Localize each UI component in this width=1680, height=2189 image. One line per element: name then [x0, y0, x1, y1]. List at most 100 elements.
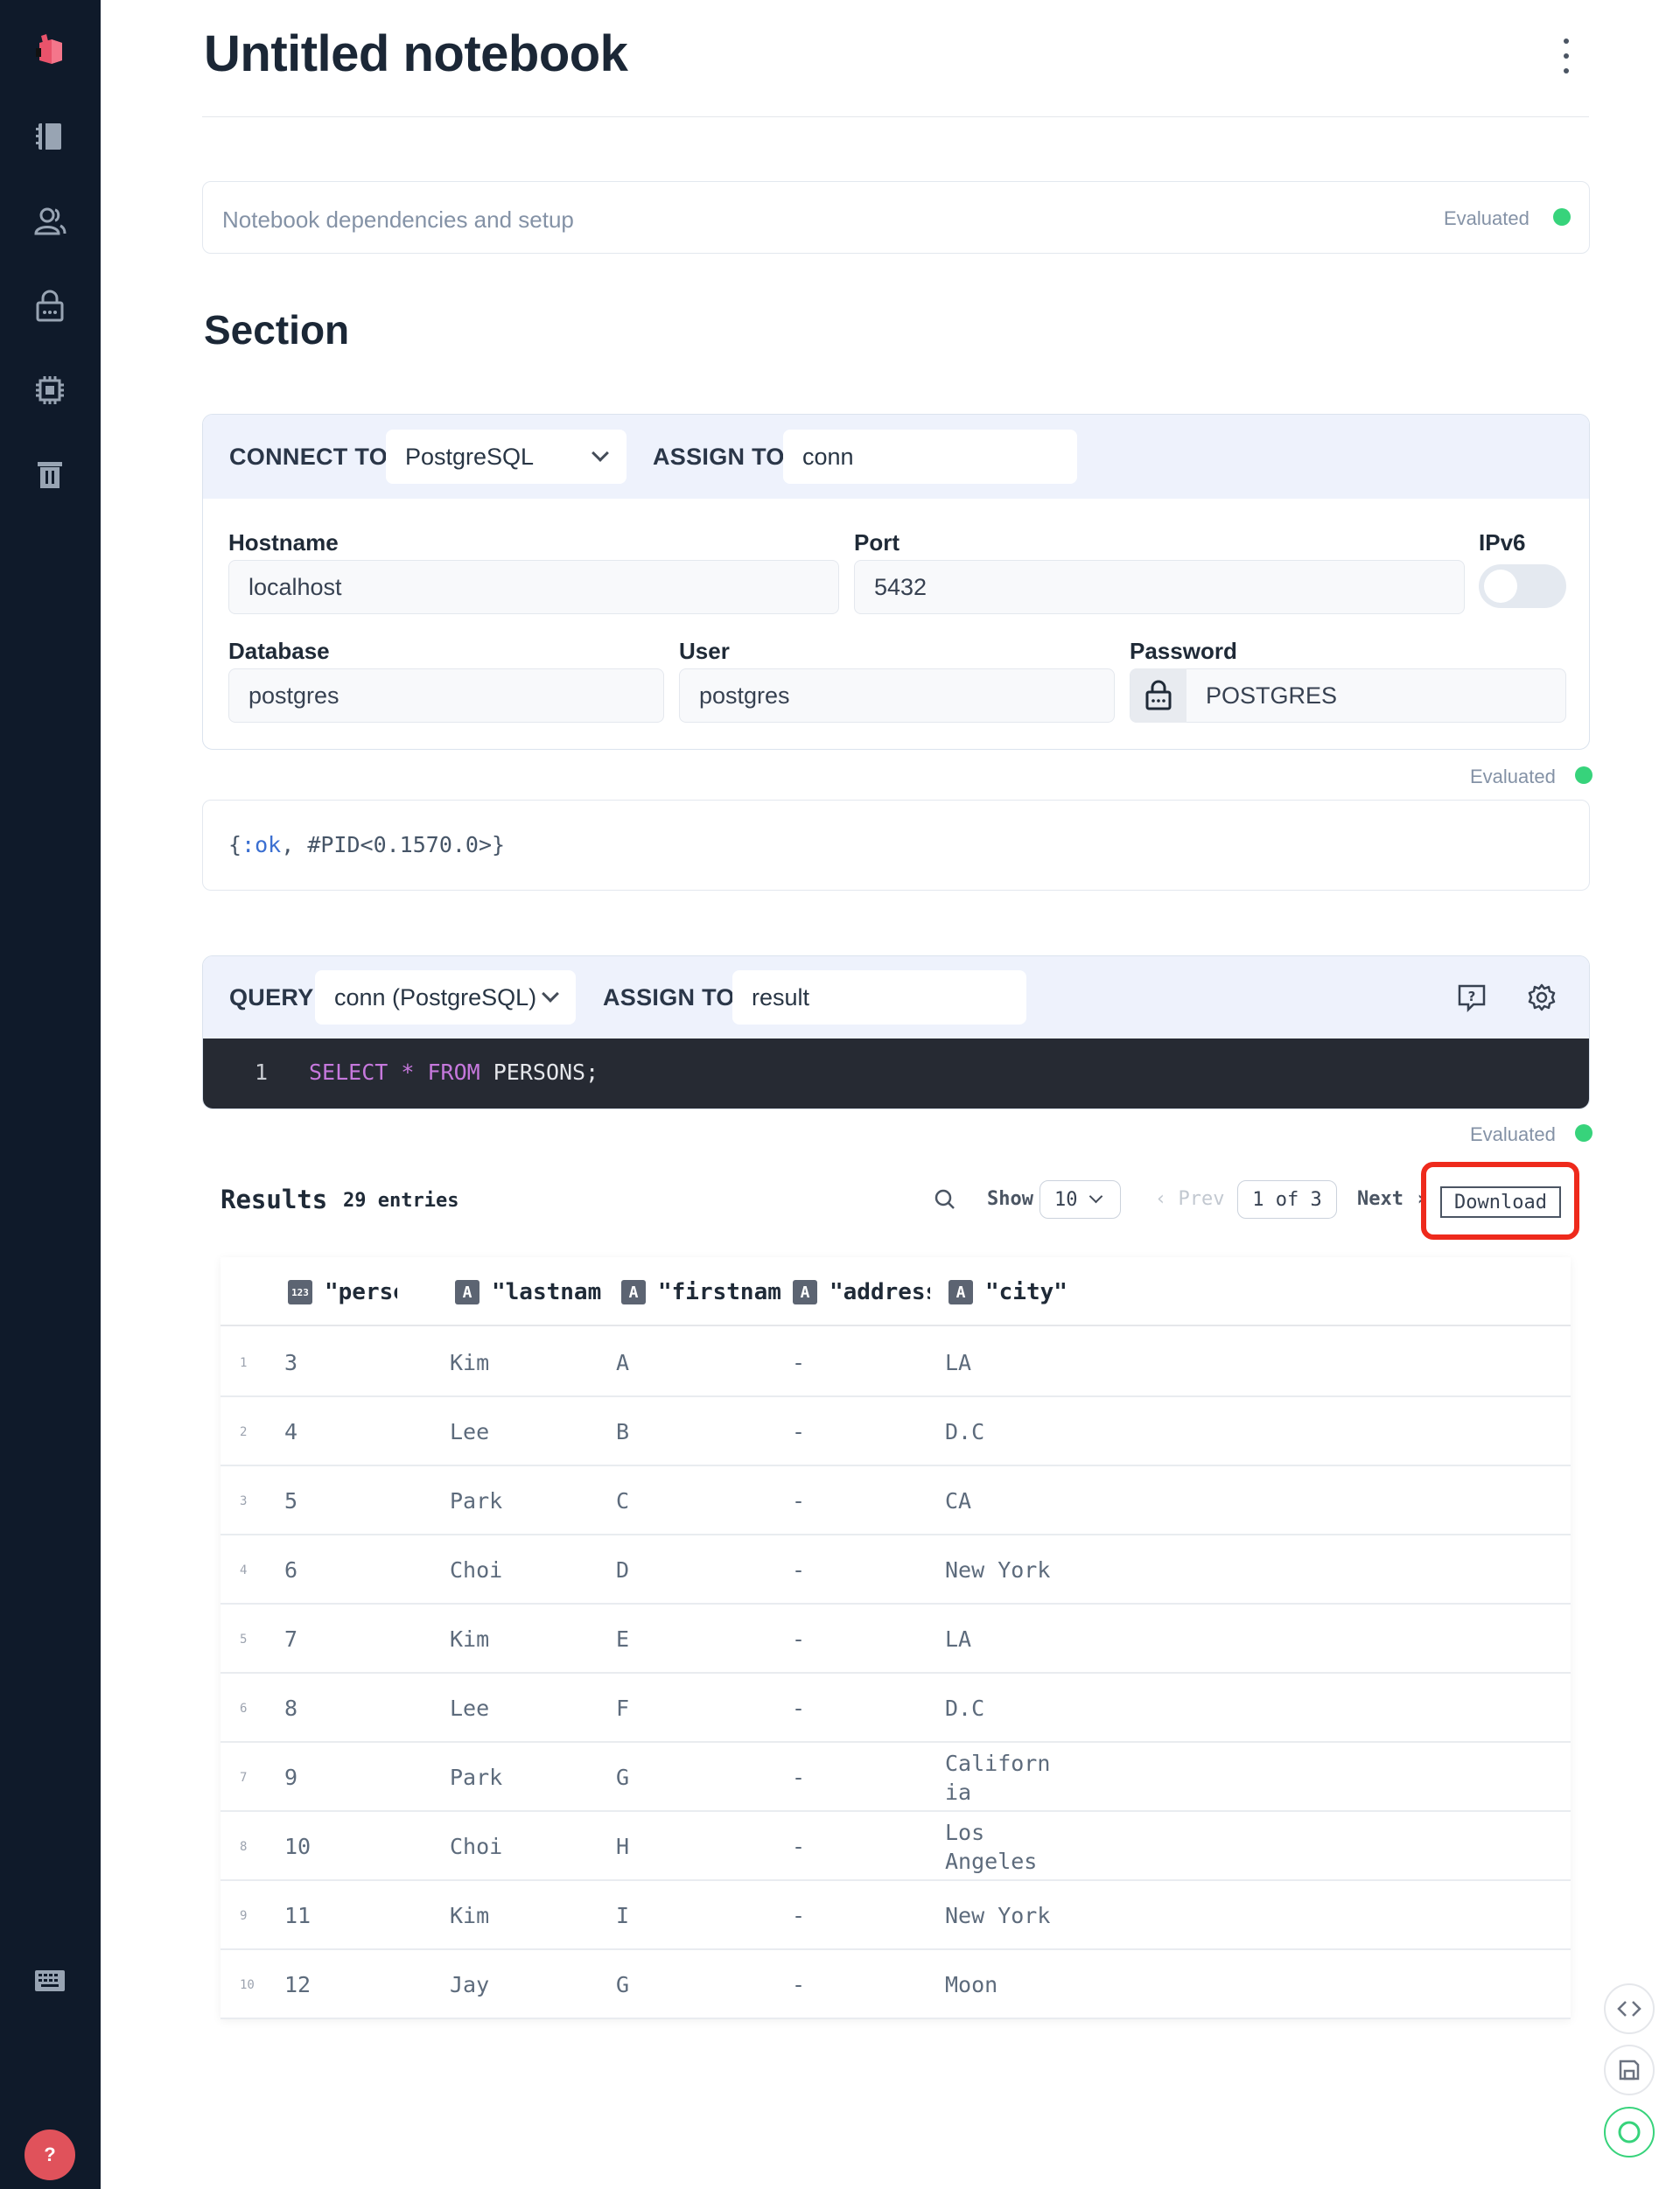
lock-icon[interactable] — [1130, 668, 1186, 723]
table-row[interactable]: 6 8 Lee F - D.C — [220, 1674, 1571, 1743]
status-dot — [1553, 208, 1571, 226]
output-text: {:ok, #PID<0.1570.0>} — [228, 832, 505, 857]
row-number: 4 — [240, 1563, 248, 1577]
results-count: 29 entries — [343, 1190, 459, 1212]
password-label: Password — [1130, 638, 1237, 664]
runtime-status-icon[interactable] — [1604, 2107, 1655, 2158]
table-row[interactable]: 9 11 Kim I - New York — [220, 1881, 1571, 1950]
chevron-down-icon — [542, 985, 559, 1003]
port-input[interactable]: 5432 — [854, 560, 1465, 614]
more-options-icon[interactable] — [1553, 38, 1579, 73]
column-name: "city" — [985, 1279, 1068, 1305]
page-indicator[interactable]: 1 of 3 — [1237, 1180, 1337, 1219]
sql-table: PERSONS; — [480, 1060, 599, 1085]
row-number: 6 — [240, 1701, 248, 1716]
code-zen-icon[interactable] — [1604, 1983, 1655, 2034]
notebook-icon[interactable] — [30, 116, 70, 157]
table-row[interactable]: 7 9 Park G - Californ ia — [220, 1743, 1571, 1812]
table-cell: B — [616, 1419, 630, 1444]
setup-cell[interactable]: Notebook dependencies and setup Evaluate… — [202, 181, 1590, 254]
connection-type-select[interactable]: PostgreSQL — [386, 430, 626, 484]
runtime-chip-icon[interactable] — [30, 370, 70, 410]
notebook-title[interactable]: Untitled notebook — [204, 24, 628, 83]
table-cell: - — [792, 1350, 806, 1375]
column-header[interactable]: A "city" — [948, 1278, 1124, 1306]
query-cell-header: QUERY conn (PostgreSQL) ASSIGN TO result… — [203, 956, 1589, 1039]
table-cell: - — [792, 1488, 806, 1514]
port-label: Port — [854, 529, 900, 556]
row-number: 9 — [240, 1908, 248, 1923]
page-size-select[interactable]: 10 — [1040, 1180, 1121, 1219]
table-cell: Lee — [450, 1419, 490, 1444]
line-number: 1 — [255, 1060, 269, 1085]
table-cell: 11 — [284, 1903, 312, 1928]
table-cell: - — [792, 1557, 806, 1583]
table-cell: 3 — [284, 1350, 298, 1375]
table-row[interactable]: 4 6 Choi D - New York — [220, 1535, 1571, 1605]
connect-cell-header: CONNECT TO PostgreSQL ASSIGN TO conn — [203, 415, 1589, 499]
output-pid: , #PID<0.1570.0>} — [281, 832, 506, 857]
ipv6-toggle[interactable] — [1479, 564, 1566, 608]
cell-output: {:ok, #PID<0.1570.0>} — [202, 800, 1590, 891]
table-row[interactable]: 10 12 Jay G - Moon — [220, 1950, 1571, 2019]
assign-to-input[interactable]: conn — [783, 430, 1077, 484]
next-button[interactable]: Next › — [1357, 1188, 1426, 1210]
table-row[interactable]: 3 5 Park C - CA — [220, 1466, 1571, 1535]
hostname-label: Hostname — [228, 529, 339, 556]
hostname-input[interactable]: localhost — [228, 560, 839, 614]
help-button[interactable]: ? — [24, 2130, 75, 2180]
sql-code: SELECT * FROM PERSONS; — [309, 1060, 598, 1085]
table-cell: 6 — [284, 1557, 298, 1583]
query-connection-select[interactable]: conn (PostgreSQL) — [315, 970, 576, 1025]
result-variable-input[interactable]: result — [732, 970, 1026, 1025]
livebook-logo-icon[interactable] — [30, 30, 70, 70]
query-label: QUERY — [229, 984, 314, 1011]
table-row[interactable]: 8 10 Choi H - Los Angeles — [220, 1812, 1571, 1881]
sidebar: ? — [0, 0, 101, 2189]
annotation-highlight — [1421, 1162, 1579, 1240]
chevron-down-icon — [1088, 1189, 1103, 1204]
search-icon[interactable] — [932, 1186, 958, 1213]
user-value: postgres — [699, 682, 790, 709]
users-icon[interactable] — [30, 201, 70, 241]
table-cell: 7 — [284, 1626, 298, 1652]
table-cell: I — [616, 1903, 630, 1928]
section-title[interactable]: Section — [204, 306, 349, 353]
database-input[interactable]: postgres — [228, 668, 664, 723]
column-name: "personi — [325, 1279, 397, 1305]
code-editor[interactable]: 1 SELECT * FROM PERSONS; — [203, 1039, 1589, 1108]
prev-button[interactable]: ‹ Prev — [1155, 1188, 1224, 1210]
settings-gear-icon[interactable] — [1524, 980, 1559, 1015]
connect-cell: CONNECT TO PostgreSQL ASSIGN TO conn Hos… — [202, 414, 1590, 750]
secrets-icon[interactable] — [30, 286, 70, 326]
table-cell: - — [792, 1419, 806, 1444]
table-cell: Kim — [450, 1626, 490, 1652]
table-cell: 4 — [284, 1419, 298, 1444]
password-input[interactable]: POSTGRES — [1130, 668, 1566, 723]
table-cell: F — [616, 1696, 630, 1721]
table-cell: - — [792, 1834, 806, 1859]
keyboard-icon[interactable] — [30, 1961, 70, 2001]
help-chat-icon[interactable]: ? — [1454, 980, 1489, 1015]
table-row[interactable]: 5 7 Kim E - LA — [220, 1605, 1571, 1674]
bin-icon[interactable] — [30, 454, 70, 494]
column-header[interactable]: A "lastnam — [455, 1278, 606, 1306]
table-cell: G — [616, 1972, 630, 1997]
column-header[interactable]: A "address — [793, 1278, 930, 1306]
setup-cell-label: Notebook dependencies and setup — [222, 206, 574, 233]
table-row[interactable]: 1 3 Kim A - LA — [220, 1328, 1571, 1397]
text-type-icon: A — [621, 1280, 646, 1304]
connection-type-value: PostgreSQL — [405, 443, 535, 470]
user-input[interactable]: postgres — [679, 668, 1115, 723]
table-cell: D.C — [945, 1419, 985, 1444]
table-row[interactable]: 2 4 Lee B - D.C — [220, 1397, 1571, 1466]
assign-to-value: conn — [802, 443, 854, 470]
sql-keyword: FROM — [427, 1060, 480, 1085]
column-header[interactable]: 123 "personi — [288, 1278, 397, 1306]
row-number: 7 — [240, 1770, 248, 1785]
column-header[interactable]: A "firstnam — [621, 1278, 789, 1306]
table-cell: 12 — [284, 1972, 312, 1997]
save-icon[interactable] — [1604, 2045, 1655, 2095]
text-type-icon: A — [948, 1280, 973, 1304]
user-label: User — [679, 638, 730, 664]
